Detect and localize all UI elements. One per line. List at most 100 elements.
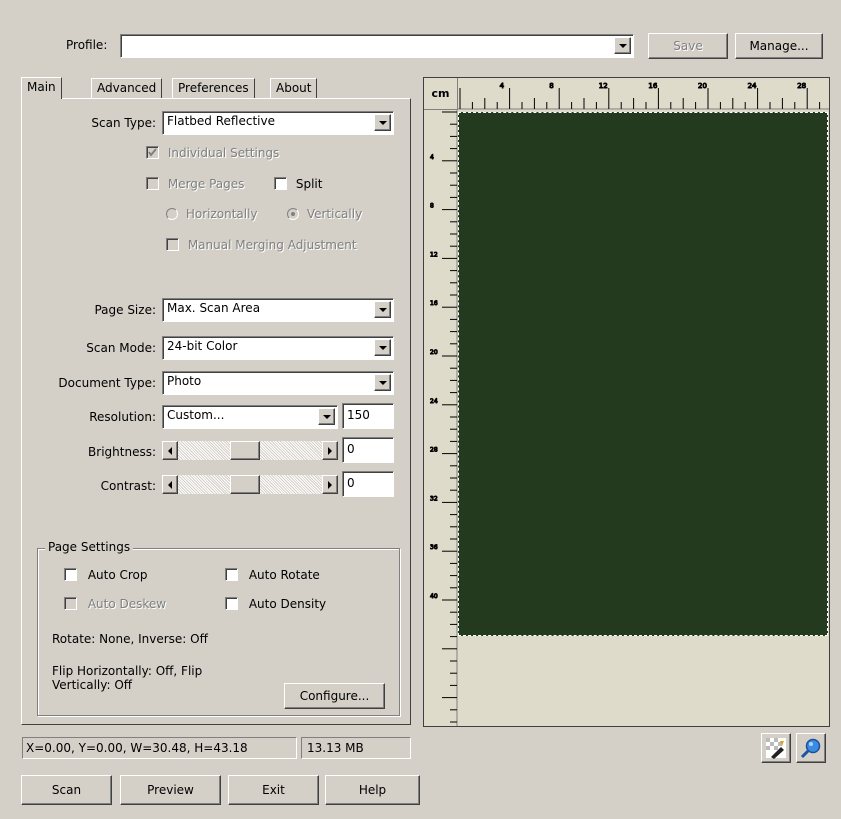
contrast-label: Contrast: [100,479,156,493]
scan-mode-value: 24-bit Color [167,339,238,353]
radio-icon [287,207,299,220]
preview-button[interactable]: Preview [120,775,221,805]
brightness-input[interactable]: 0 [342,437,394,463]
individual-settings-checkbox[interactable]: Individual Settings [146,145,279,160]
auto-density-checkbox[interactable]: Auto Density [225,596,326,611]
checkbox-icon [166,238,179,251]
auto-density-label: Auto Density [248,596,327,611]
configure-button[interactable]: Configure... [284,683,385,709]
page-size-value: Max. Scan Area [167,301,261,315]
zoom-magnifier-icon[interactable] [796,733,826,763]
ruler-label: 24 [748,82,757,90]
ruler-label: 32 [430,495,438,502]
auto-crop-checkbox[interactable]: Auto Crop [64,567,148,582]
slider-thumb[interactable] [230,441,260,460]
checkbox-icon [146,177,159,190]
exit-button[interactable]: Exit [228,775,319,805]
page-size-dropdown[interactable]: Max. Scan Area [162,298,394,322]
auto-rotate-label: Auto Rotate [248,567,320,582]
auto-rotate-checkbox[interactable]: Auto Rotate [225,567,320,582]
ruler-label: 16 [648,82,657,90]
document-type-dropdown[interactable]: Photo [162,371,394,395]
ruler-label: 28 [430,447,438,454]
ruler-label: 28 [797,82,806,90]
checkbox-icon [146,146,159,159]
checkbox-icon [64,568,77,581]
flip-status-text: Flip Horizontally: Off, Flip Vertically:… [52,664,203,692]
resolution-dropdown[interactable]: Custom... [162,405,338,429]
contrast-value: 0 [347,476,355,490]
document-type-value: Photo [167,374,202,388]
top-ruler: 4 8 12 16 20 24 28 [458,78,829,110]
coords-status: X=0.00, Y=0.00, W=30.48, H=43.18 [22,737,297,759]
horizontally-radio[interactable]: Horizontally [166,206,258,221]
preview-canvas[interactable] [458,110,829,726]
auto-deskew-label: Auto Deskew [87,596,167,611]
chevron-down-icon[interactable] [318,408,335,425]
ruler-label: 24 [430,398,438,405]
vertically-radio[interactable]: Vertically [287,206,362,221]
auto-adjust-icon[interactable] [761,733,791,763]
brightness-slider[interactable] [162,441,338,460]
split-checkbox[interactable]: Split [274,176,322,191]
slider-left-arrow-icon[interactable] [162,475,178,494]
page-settings-title: Page Settings [45,540,134,554]
ruler-label: 16 [430,300,438,307]
resolution-label: Resolution: [89,410,156,424]
tab-advanced-label: Advanced [97,81,157,95]
contrast-input[interactable]: 0 [342,471,394,497]
slider-left-arrow-icon[interactable] [162,441,178,460]
document-type-label: Document Type: [58,376,156,390]
chevron-down-icon[interactable] [374,114,391,131]
brightness-label: Brightness: [88,445,156,459]
ruler-unit: cm [424,78,458,110]
auto-crop-label: Auto Crop [87,567,148,582]
help-button[interactable]: Help [325,775,420,805]
ruler-label: 8 [549,82,553,90]
left-ruler: 4 8 12 16 20 24 28 32 36 40 [424,110,458,726]
merge-pages-checkbox[interactable]: Merge Pages [146,176,244,191]
scan-mode-dropdown[interactable]: 24-bit Color [162,336,394,360]
individual-settings-label: Individual Settings [167,145,280,160]
ruler-label: 4 [430,154,434,161]
checkbox-icon [225,568,238,581]
coords-text: X=0.00, Y=0.00, W=30.48, H=43.18 [26,741,248,755]
scan-type-dropdown[interactable]: Flatbed Reflective [162,111,394,135]
scan-type-label: Scan Type: [91,116,156,130]
ruler-label: 4 [500,82,505,90]
manual-merging-checkbox[interactable]: Manual Merging Adjustment [166,237,357,252]
resolution-value: Custom... [167,408,225,422]
manual-merging-label: Manual Merging Adjustment [187,237,357,252]
auto-deskew-checkbox[interactable]: Auto Deskew [64,596,166,611]
horizontally-label: Horizontally [185,206,258,221]
resolution-input[interactable]: 150 [342,403,394,429]
ruler-label: 12 [599,82,608,90]
tab-main[interactable]: Main [21,77,62,99]
ruler-label: 40 [430,593,438,600]
chevron-down-icon[interactable] [374,374,391,391]
chevron-down-icon[interactable] [374,301,391,318]
scan-mode-label: Scan Mode: [86,341,156,355]
chevron-down-icon[interactable] [614,37,631,54]
checkbox-icon [274,177,287,190]
scan-button[interactable]: Scan [21,775,112,805]
slider-thumb[interactable] [230,475,260,494]
split-label: Split [295,176,323,191]
tab-about[interactable]: About [270,78,318,98]
scan-preview-image[interactable] [458,112,828,636]
chevron-down-icon[interactable] [374,339,391,356]
brightness-value: 0 [347,442,355,456]
tab-preferences[interactable]: Preferences [172,78,255,98]
tab-preferences-label: Preferences [178,81,249,95]
slider-right-arrow-icon[interactable] [322,441,338,460]
ruler-label: 20 [430,349,438,356]
size-status: 13.13 MB [301,737,411,759]
radio-icon [166,207,178,220]
save-button[interactable]: Save [648,33,728,59]
ruler-label: 8 [430,203,434,210]
contrast-slider[interactable] [162,475,338,494]
slider-right-arrow-icon[interactable] [322,475,338,494]
manage-button[interactable]: Manage... [735,33,823,59]
profile-dropdown[interactable] [120,34,634,58]
tab-advanced[interactable]: Advanced [91,78,163,98]
